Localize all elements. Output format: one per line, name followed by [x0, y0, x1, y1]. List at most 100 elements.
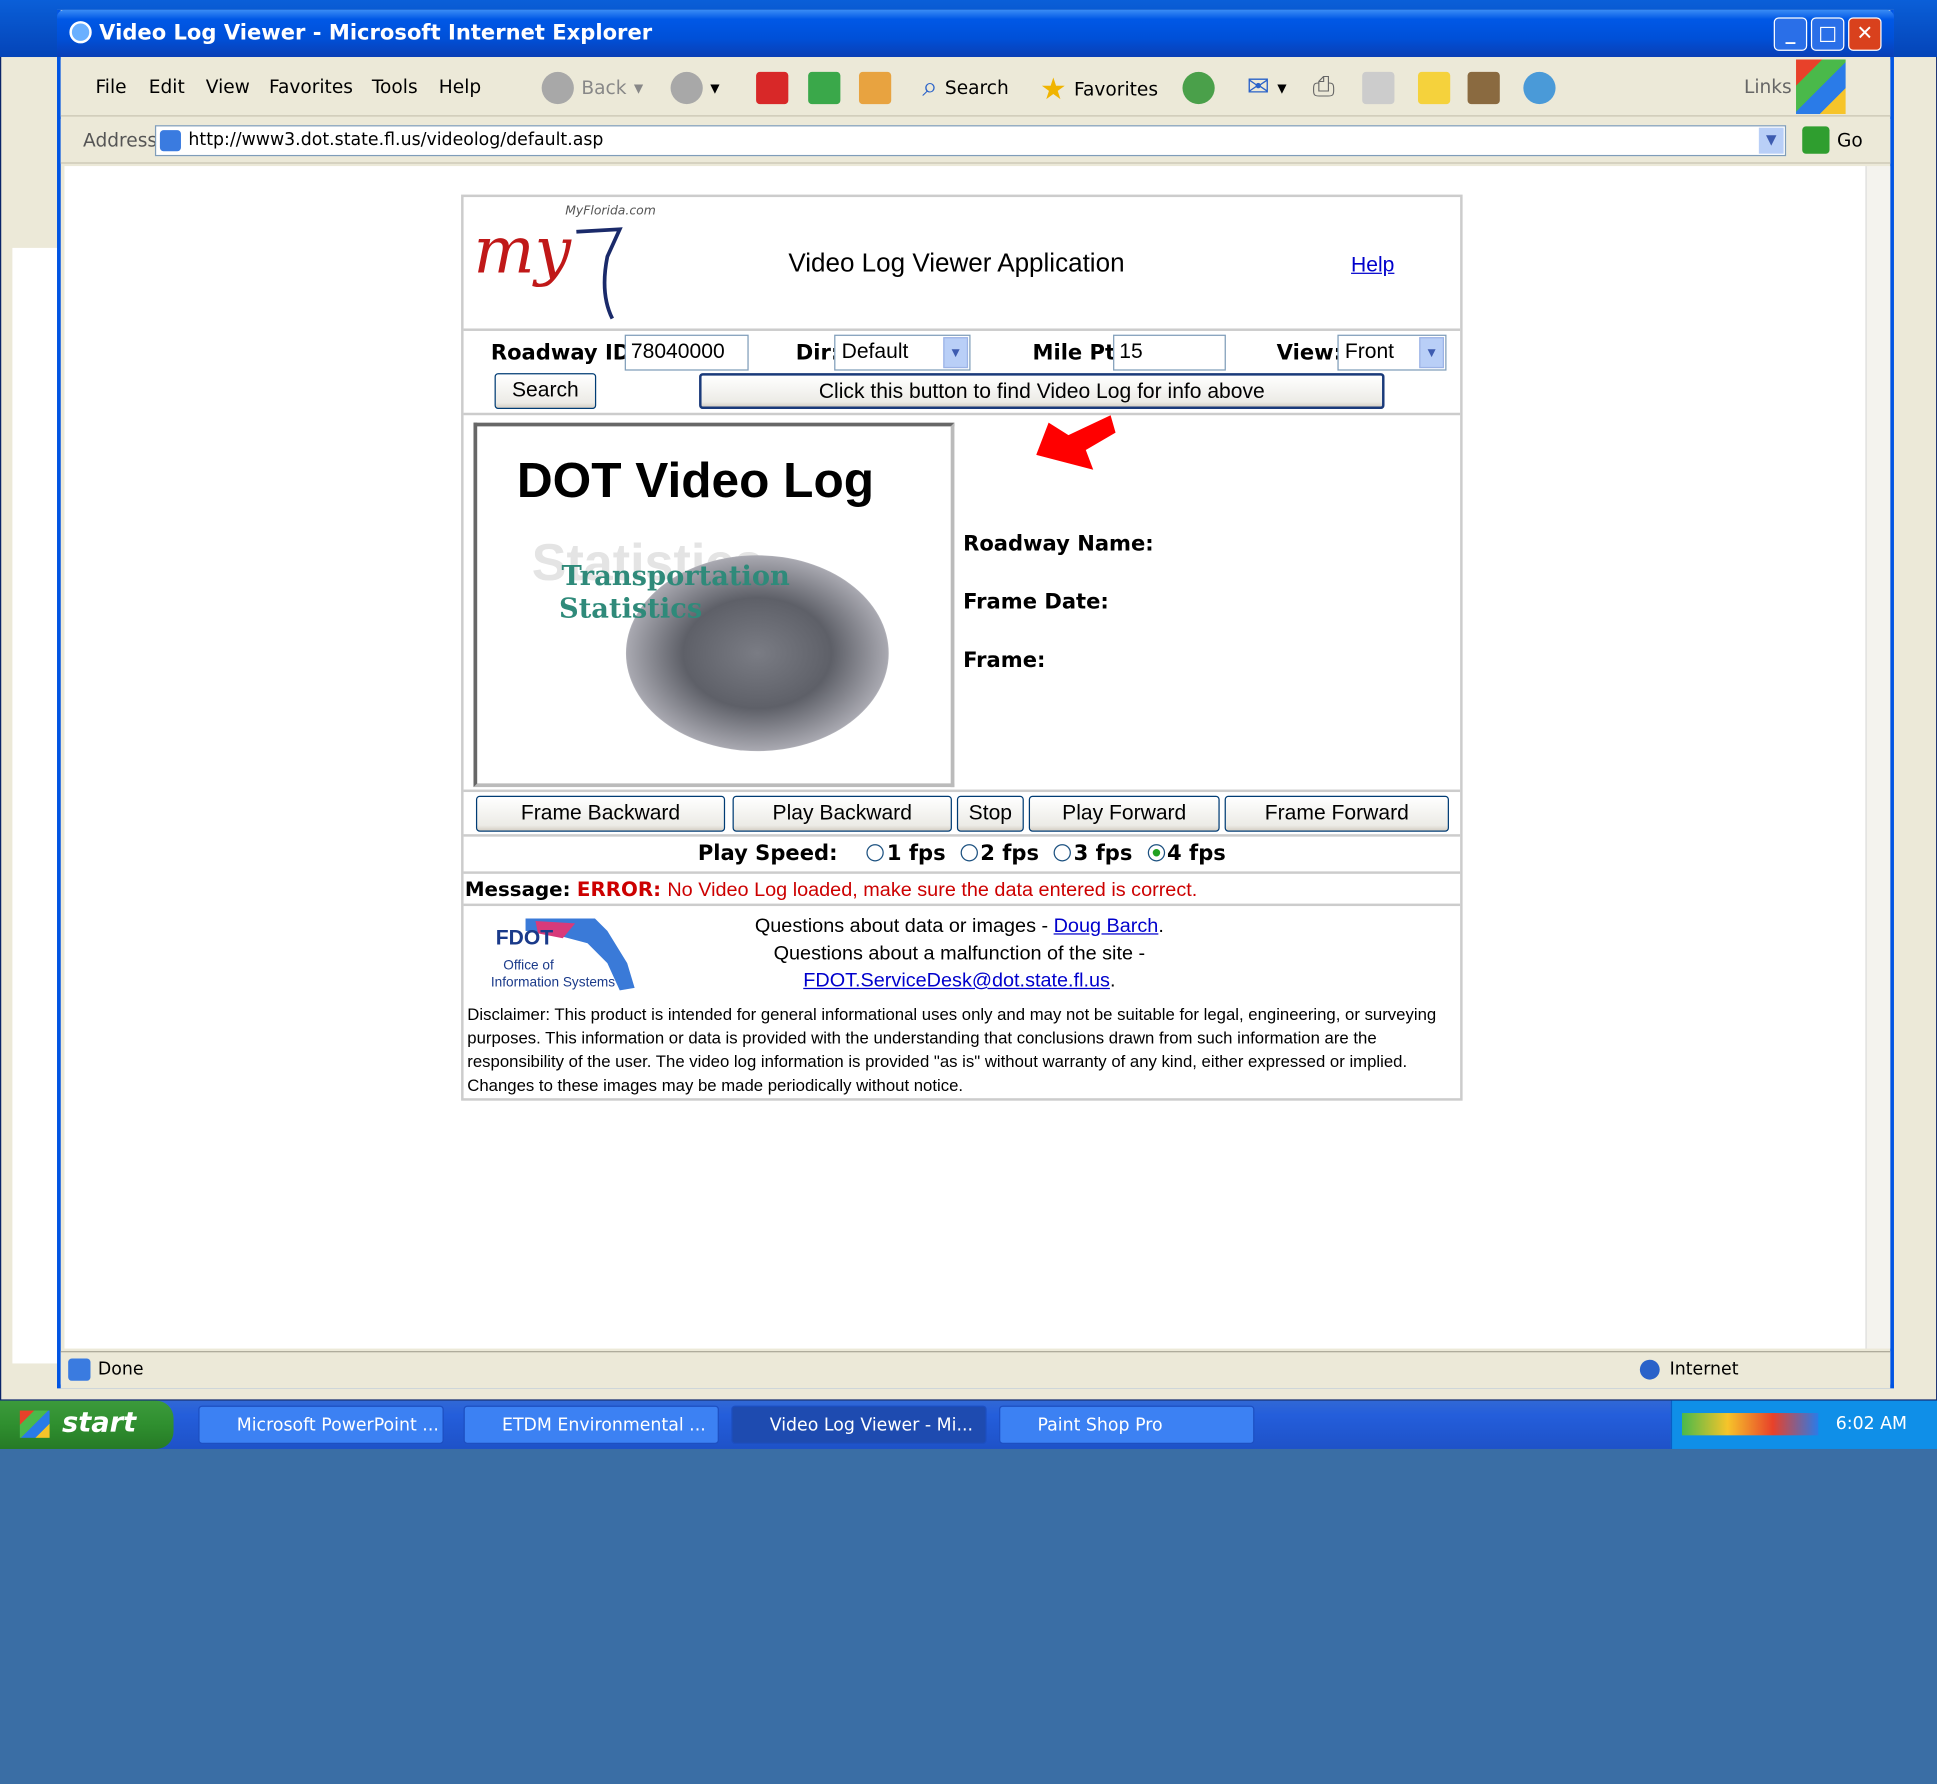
stop-playback-button[interactable]: Stop — [956, 795, 1024, 832]
menu-favorites[interactable]: Favorites — [269, 76, 353, 98]
history-button[interactable] — [1182, 71, 1215, 105]
message-row: Message: ERROR: No Video Log loaded, mak… — [463, 874, 1461, 907]
back-button[interactable]: Back ▾ — [541, 71, 643, 105]
messenger-icon — [1523, 71, 1556, 105]
search-icon: ⌕ — [922, 71, 938, 103]
servicedesk-email-link[interactable]: FDOT.ServiceDesk@dot.state.fl.us — [803, 971, 1110, 992]
menu-tools[interactable]: Tools — [372, 76, 418, 98]
play-forward-button[interactable]: Play Forward — [1028, 795, 1220, 832]
menu-view[interactable]: View — [206, 76, 250, 98]
contact-info: Questions about data or images - Doug Ba… — [674, 914, 1244, 996]
video-subtitle-line1: Transportation — [561, 560, 790, 593]
close-button[interactable]: ✕ — [1848, 17, 1882, 51]
frame-backward-button[interactable]: Frame Backward — [475, 795, 726, 832]
mail-button[interactable]: ✉ ▾ — [1247, 72, 1287, 103]
speed-4-radio[interactable] — [1147, 844, 1165, 862]
florida-shape-icon — [576, 227, 623, 320]
vertical-scrollbar[interactable] — [1865, 166, 1891, 1349]
home-button[interactable] — [858, 71, 892, 105]
zone-text: Internet — [1669, 1359, 1739, 1380]
research-button[interactable] — [1467, 71, 1500, 105]
roadway-name-label: Roadway Name: — [963, 531, 1154, 557]
mile-pt-label: Mile Pt: — [1032, 340, 1124, 366]
help-link[interactable]: Help — [1351, 253, 1394, 278]
myflorida-logo: my — [473, 214, 572, 289]
window-title: Video Log Viewer - Microsoft Internet Ex… — [99, 21, 653, 46]
speed-2-label: 2 fps — [980, 841, 1040, 867]
edit-icon — [1362, 71, 1395, 105]
maximize-button[interactable]: □ — [1810, 17, 1845, 51]
menu-help[interactable]: Help — [439, 76, 481, 98]
note-icon — [1417, 71, 1451, 105]
video-frame: DOT Video Log Statistics Transportation … — [473, 422, 955, 788]
refresh-button[interactable] — [808, 71, 841, 105]
frame-forward-button[interactable]: Frame Forward — [1224, 795, 1449, 832]
task-etdm[interactable]: ETDM Environmental ... — [463, 1405, 719, 1445]
q2-suffix: . — [1109, 970, 1116, 992]
find-video-log-button[interactable]: Click this button to find Video Log for … — [699, 373, 1385, 410]
go-button[interactable]: Go — [1802, 126, 1863, 154]
forward-arrow-icon — [670, 71, 703, 105]
search-form: Roadway ID: 78040000 Dir: Default ▼ Mile … — [463, 331, 1461, 416]
back-arrow-icon — [541, 71, 574, 105]
playback-controls: Frame Backward Play Backward Stop Play F… — [463, 792, 1461, 837]
frame-label: Frame: — [963, 648, 1046, 674]
speed-1-radio[interactable] — [866, 844, 885, 862]
search-submit-button[interactable]: Search — [494, 373, 597, 410]
print-button[interactable]: ⎙ — [1313, 72, 1335, 103]
windows-logo — [1796, 59, 1846, 115]
edit-button[interactable] — [1362, 71, 1395, 105]
play-backward-button[interactable]: Play Backward — [732, 795, 952, 832]
roadway-id-input[interactable]: 78040000 — [624, 334, 749, 371]
mile-pt-input[interactable]: 15 — [1113, 334, 1226, 371]
menu-toolbar: File Edit View Favorites Tools Help Back… — [60, 59, 1891, 117]
stop-button[interactable] — [756, 71, 789, 105]
forward-button[interactable]: ▾ — [670, 71, 720, 105]
play-speed-label: Play Speed: — [697, 841, 838, 867]
office-label-1: Office of — [503, 958, 554, 974]
address-bar: Address http://www3.dot.state.fl.us/vide… — [60, 118, 1891, 164]
view-label: View: — [1276, 340, 1343, 366]
roadway-id-label: Roadway ID: — [490, 340, 639, 366]
ie-titlebar: Video Log Viewer - Microsoft Internet Ex… — [57, 9, 1894, 58]
printer-icon: ⎙ — [1312, 71, 1335, 103]
speed-4-label: 4 fps — [1167, 841, 1226, 867]
history-icon — [1182, 71, 1215, 105]
speed-3-radio[interactable] — [1053, 844, 1072, 862]
q2-text: Questions about a malfunction of the sit… — [773, 943, 1146, 965]
search-button[interactable]: ⌕ Search — [922, 72, 1009, 103]
message-error: ERROR: — [576, 877, 662, 902]
menu-edit[interactable]: Edit — [149, 76, 185, 98]
speed-2-radio[interactable] — [960, 844, 978, 862]
dir-select[interactable]: Default ▼ — [834, 334, 971, 371]
refresh-icon — [808, 71, 841, 105]
go-arrow-icon — [1802, 126, 1830, 154]
internet-globe-icon — [1639, 1359, 1660, 1380]
messenger-button[interactable] — [1523, 71, 1556, 105]
doug-barch-link[interactable]: Doug Barch — [1054, 916, 1159, 937]
speed-3-label: 3 fps — [1073, 841, 1133, 867]
q1-suffix: . — [1158, 915, 1164, 938]
app-title: Video Log Viewer Application — [788, 249, 1125, 278]
app-header: MyFlorida.com my Video Log Viewer Applic… — [463, 197, 1461, 331]
minimize-button[interactable]: _ — [1773, 17, 1808, 51]
links-bar[interactable]: Links — [1744, 76, 1792, 98]
address-dropdown-icon[interactable]: ▼ — [1758, 127, 1784, 154]
page-icon — [159, 130, 181, 152]
task-video-log-viewer[interactable]: Video Log Viewer - Mi... — [731, 1405, 987, 1445]
page-done-icon — [68, 1358, 91, 1381]
ie-icon — [69, 21, 92, 44]
tray-icons[interactable] — [1682, 1413, 1819, 1436]
start-button[interactable]: start — [0, 1400, 174, 1449]
task-powerpoint[interactable]: Microsoft PowerPoint ... — [198, 1405, 444, 1445]
video-subtitle-line2: Statistics — [559, 592, 703, 625]
task-paint-shop-pro[interactable]: Paint Shop Pro — [999, 1405, 1255, 1445]
favorites-button[interactable]: ★ Favorites — [1040, 72, 1158, 107]
view-select[interactable]: Front ▼ — [1337, 334, 1447, 371]
discuss-button[interactable] — [1417, 71, 1451, 105]
address-input[interactable]: http://www3.dot.state.fl.us/videolog/def… — [154, 125, 1787, 157]
star-icon: ★ — [1039, 71, 1067, 107]
system-tray: 6:02 AM — [1670, 1400, 1937, 1449]
play-speed-row: Play Speed: 1 fps 2 fps 3 fps 4 fps — [463, 837, 1461, 874]
menu-file[interactable]: File — [95, 76, 126, 98]
